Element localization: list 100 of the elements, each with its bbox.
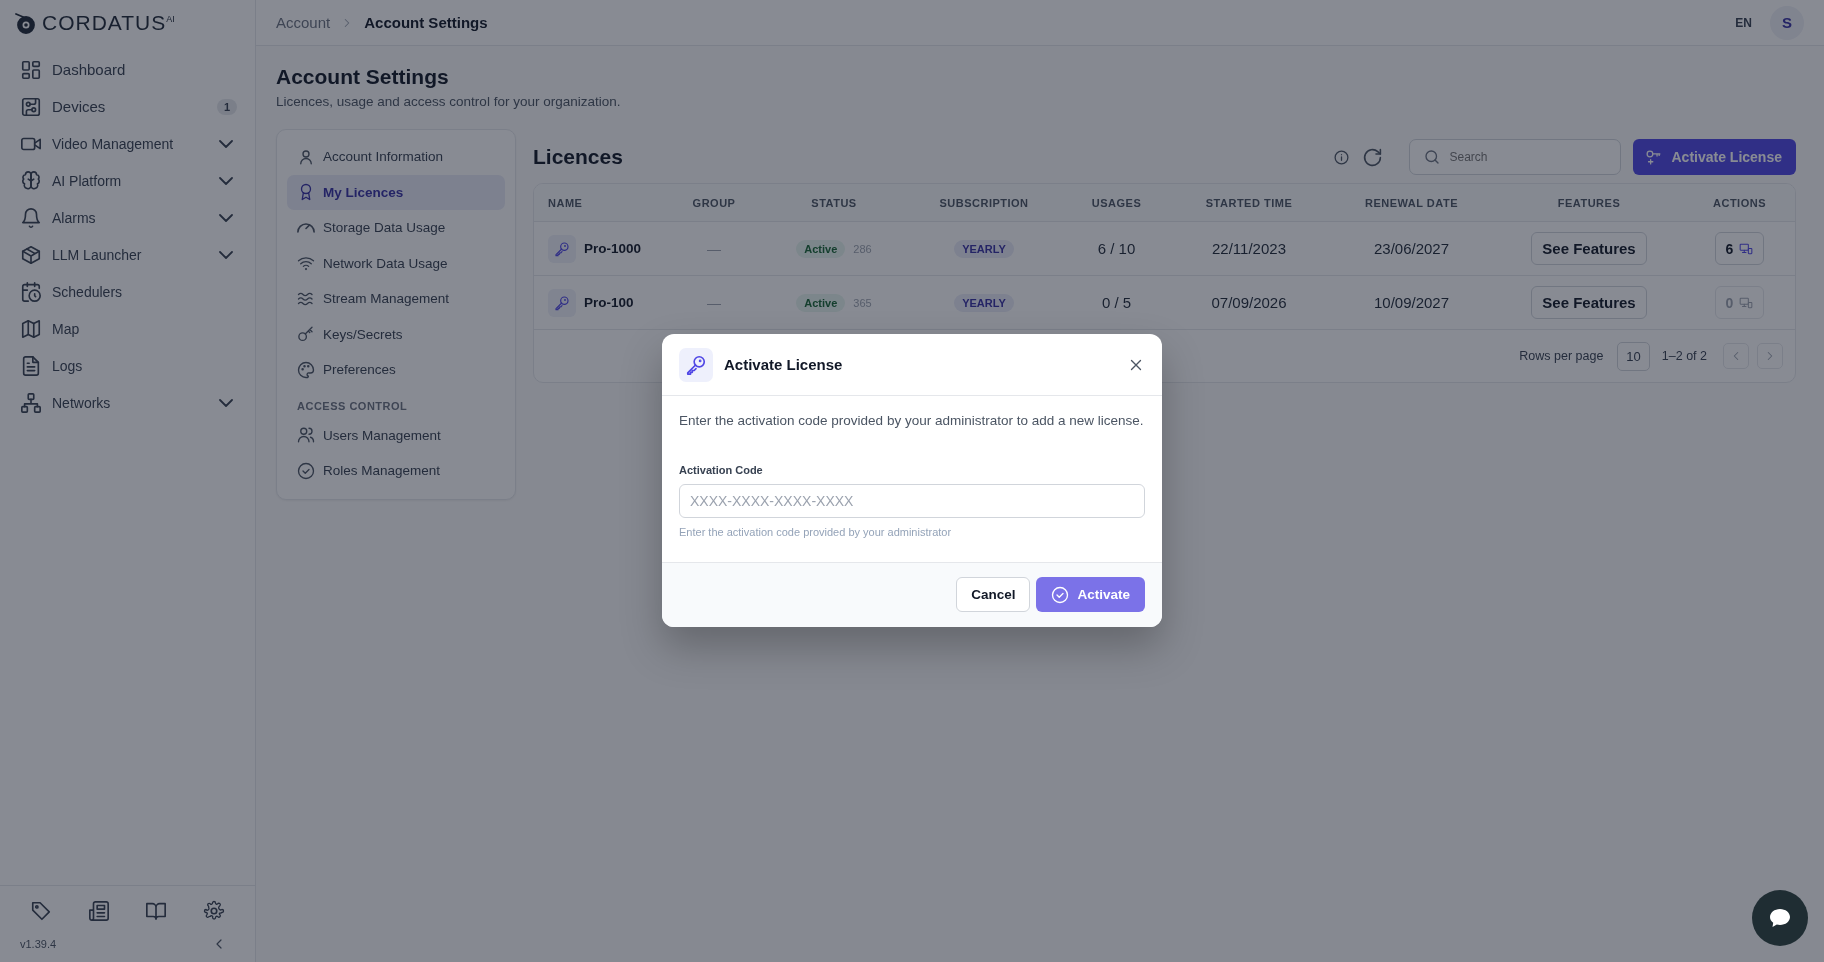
- activate-button[interactable]: Activate: [1036, 577, 1145, 612]
- status-badge: Active: [796, 239, 846, 258]
- see-features-button[interactable]: See Features: [1531, 286, 1647, 319]
- gauge-icon: [297, 222, 315, 233]
- palette-icon: [297, 360, 315, 379]
- table-cell: 6 / 10: [1097, 240, 1136, 257]
- breadcrumb-link[interactable]: Account: [276, 14, 331, 31]
- info-icon: [1332, 148, 1350, 166]
- map-icon: [20, 317, 42, 340]
- bell-icon: [20, 206, 42, 229]
- column-header: STARTED TIME: [1204, 196, 1294, 209]
- nav-item[interactable]: Devices 1: [20, 88, 243, 125]
- chevron-down-icon: [219, 176, 233, 185]
- page-subtitle: Licences, usage and access control for your organization.: [276, 94, 622, 109]
- table-cell: 22/11/2023: [1212, 240, 1286, 257]
- breadcrumb-current: Account Settings: [364, 14, 488, 31]
- cancel-button[interactable]: Cancel: [956, 577, 1031, 612]
- column-header: GROUP: [691, 196, 737, 209]
- nav-item[interactable]: Video Management: [20, 125, 243, 162]
- language-code: EN: [1735, 15, 1752, 30]
- key-plus-icon: [1644, 148, 1662, 166]
- field-hint: Enter the activation code provided by your administrator: [679, 526, 953, 538]
- nav-item[interactable]: Networks: [20, 384, 243, 421]
- section-title: Licences: [533, 145, 623, 169]
- logo-text: CORDATUS$^{AI}$: [42, 11, 175, 35]
- avatar[interactable]: S: [1770, 5, 1804, 40]
- eye-logo-icon: [14, 11, 38, 35]
- settings-menu-item[interactable]: Stream Management: [287, 281, 505, 317]
- license-name: Pro-100: [584, 295, 634, 310]
- check-circle-icon: [1051, 585, 1070, 604]
- calendar-clock-icon: [20, 280, 42, 303]
- settings-menu-item[interactable]: My Licences: [287, 174, 505, 210]
- chevron-down-icon: [219, 139, 233, 148]
- version-text: v1.39.4: [20, 938, 57, 950]
- column-header: RENEWAL DATE: [1364, 196, 1459, 209]
- rows-per-page-select[interactable]: 10: [1617, 341, 1650, 371]
- book-icon: [145, 900, 168, 922]
- rows-per-page-label: Rows per page: [1519, 349, 1604, 363]
- column-header: STATUS: [810, 196, 858, 209]
- activation-code-field[interactable]: XXXX-XXXX-XXXX-XXXX: [679, 484, 1145, 518]
- subscription-badge: YEARLY: [954, 293, 1014, 312]
- devices-icon: [1739, 241, 1754, 256]
- license-name: Pro-1000: [584, 241, 642, 256]
- users-icon: [297, 426, 315, 445]
- tag-icon: [29, 900, 52, 922]
- status-badge: Active: [796, 293, 846, 312]
- nav-item[interactable]: Map: [20, 310, 243, 347]
- settings-menu-item[interactable]: Keys/Secrets: [287, 316, 505, 352]
- brain-icon: [20, 169, 42, 192]
- nav-item[interactable]: Schedulers: [20, 273, 243, 310]
- column-header: ACTIONS: [1712, 196, 1767, 209]
- circuit-board-icon: [20, 95, 42, 118]
- settings-menu-item[interactable]: Roles Management: [287, 453, 505, 489]
- nav-item[interactable]: Dashboard: [20, 51, 243, 88]
- chevron-down-icon: [219, 213, 233, 222]
- key-icon: [297, 325, 315, 344]
- table-cell: 07/09/2026: [1211, 294, 1287, 311]
- user-icon: [297, 147, 315, 166]
- table-cell: 10/09/2027: [1373, 294, 1450, 311]
- devices-icon: [1739, 295, 1754, 310]
- count-badge: 1: [216, 98, 237, 115]
- settings-menu-item[interactable]: Preferences: [287, 352, 505, 388]
- nav-item[interactable]: Alarms: [20, 199, 243, 236]
- table-cell: 0 / 5: [1101, 294, 1132, 311]
- nav-item[interactable]: LLM Launcher: [20, 236, 243, 273]
- grid-icon: [20, 58, 42, 81]
- settings-menu-item[interactable]: Account Information: [287, 139, 505, 175]
- search-field[interactable]: Search: [1408, 139, 1621, 175]
- section-label: ACCESS CONTROL: [296, 398, 409, 414]
- table-cell: —: [707, 294, 721, 311]
- settings-icon: [203, 900, 226, 922]
- key-icon: [679, 347, 713, 382]
- nav-item[interactable]: Logs: [20, 347, 243, 384]
- page-title: Account Settings: [276, 64, 450, 90]
- activate-license-button[interactable]: Activate License: [1632, 139, 1796, 175]
- search-icon: [1422, 148, 1441, 166]
- refresh-icon: [1361, 146, 1383, 168]
- table-cell: —: [707, 240, 721, 257]
- dialog-description: Enter the activation code provided by your administrator to add a new license.: [679, 413, 1145, 428]
- column-header: SUBSCRIPTION: [938, 196, 1030, 209]
- page-range: 1–2 of 2: [1661, 349, 1707, 363]
- wifi-icon: [297, 254, 315, 273]
- column-header: FEATURES: [1556, 196, 1622, 209]
- document-icon: [20, 354, 42, 377]
- settings-menu-item[interactable]: Users Management: [287, 417, 505, 453]
- settings-menu-item[interactable]: Network Data Usage: [287, 245, 505, 281]
- see-features-button[interactable]: See Features: [1531, 232, 1647, 265]
- subscription-badge: YEARLY: [954, 239, 1014, 258]
- box-icon: [20, 243, 42, 266]
- newspaper-icon: [87, 900, 110, 922]
- nav-item[interactable]: AI Platform: [20, 162, 243, 199]
- table-cell: 23/06/2027: [1373, 240, 1450, 257]
- chat-button[interactable]: [1752, 890, 1808, 946]
- settings-menu-item[interactable]: Storage Data Usage: [287, 210, 505, 246]
- network-icon: [20, 391, 42, 414]
- column-header: USAGES: [1090, 196, 1143, 209]
- key-icon: [548, 234, 576, 263]
- key-icon: [548, 288, 576, 317]
- devices-button[interactable]: 6: [1714, 232, 1765, 265]
- column-header: NAME: [547, 196, 584, 209]
